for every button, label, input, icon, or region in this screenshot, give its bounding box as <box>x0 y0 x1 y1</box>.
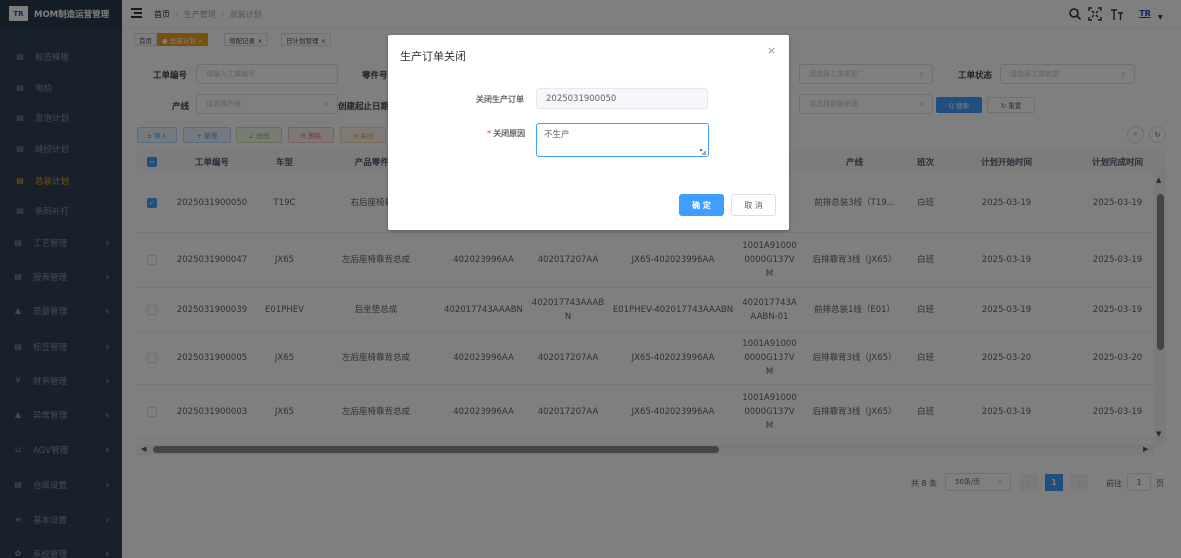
resize-handle-icon[interactable] <box>699 148 707 156</box>
confirm-button[interactable]: 确 定 <box>679 194 724 216</box>
order-input: 2025031900050 <box>536 88 708 109</box>
dialog-title: 生产订单关闭 <box>400 50 466 63</box>
reason-value: 不生产 <box>544 130 570 140</box>
reason-label-text: 关闭原因 <box>493 129 526 138</box>
reason-textarea[interactable]: 不生产 <box>536 123 709 157</box>
order-label: 关闭生产订单 <box>476 95 524 104</box>
close-icon[interactable]: × <box>767 44 776 57</box>
close-order-dialog: 生产订单关闭 × 关闭生产订单 2025031900050 * 关闭原因 不生产 … <box>388 35 789 230</box>
required-mark: * <box>487 129 492 138</box>
order-value: 2025031900050 <box>546 93 617 104</box>
reason-label: * 关闭原因 <box>487 128 525 139</box>
cancel-button[interactable]: 取 消 <box>731 194 776 216</box>
